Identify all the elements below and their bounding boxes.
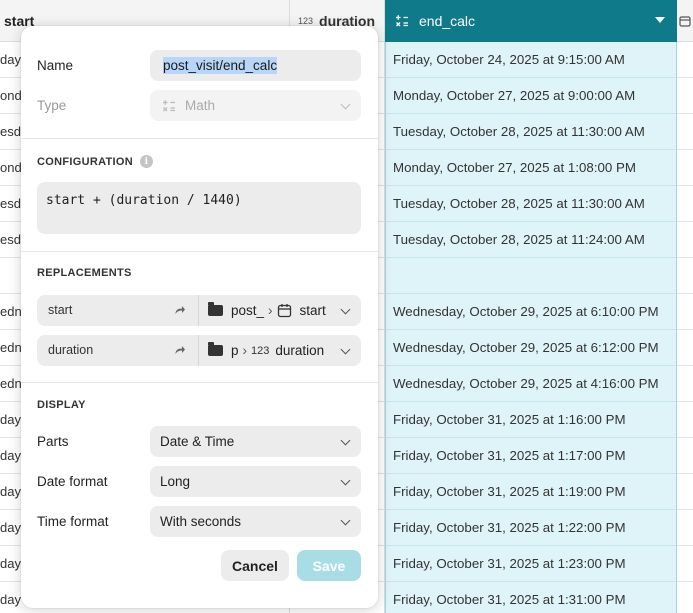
date-format-select-value: Long bbox=[160, 474, 191, 489]
replacement-key: start bbox=[48, 303, 73, 317]
next-column-cell[interactable] bbox=[677, 546, 693, 582]
next-column-cell[interactable] bbox=[677, 402, 693, 438]
end-calc-cell[interactable]: Friday, October 31, 2025 at 1:31:00 PM bbox=[386, 582, 676, 613]
end-calc-cell[interactable] bbox=[386, 258, 676, 294]
chevron-down-icon bbox=[340, 435, 351, 446]
separator bbox=[198, 295, 199, 326]
forward-arrow-icon bbox=[175, 346, 185, 354]
end-calc-cell[interactable]: Monday, October 27, 2025 at 1:08:00 PM bbox=[386, 150, 676, 186]
column-settings-popover: Name post_visit/end_calc Type Math CONFI… bbox=[21, 26, 378, 608]
name-label: Name bbox=[37, 58, 74, 73]
column-header-end-calc-label: end_calc bbox=[419, 13, 476, 29]
replacement-row-duration: duration p › 123 duration bbox=[37, 335, 361, 366]
column-next-cells bbox=[677, 42, 693, 613]
date-format-select[interactable]: Long bbox=[150, 466, 361, 497]
separator bbox=[198, 335, 199, 366]
column-header-next[interactable] bbox=[677, 0, 693, 42]
forward-arrow-icon bbox=[175, 306, 185, 314]
replacements-section-title: REPLACEMENTS bbox=[37, 267, 132, 279]
replacement-field: duration bbox=[275, 343, 325, 358]
parts-select[interactable]: Date & Time bbox=[150, 426, 361, 457]
cancel-button[interactable]: Cancel bbox=[221, 550, 289, 581]
next-column-cell[interactable] bbox=[677, 582, 693, 613]
next-column-cell[interactable] bbox=[677, 474, 693, 510]
chevron-down-icon bbox=[340, 344, 351, 355]
display-section-title: DISPLAY bbox=[37, 399, 86, 411]
chevron-down-icon bbox=[340, 99, 351, 110]
save-button[interactable]: Save bbox=[297, 550, 361, 581]
next-column-cell[interactable] bbox=[677, 294, 693, 330]
info-icon[interactable]: i bbox=[139, 155, 153, 168]
folder-icon bbox=[208, 342, 223, 356]
replacement-row-start: start post_ › start bbox=[37, 295, 361, 326]
chevron-down-icon bbox=[340, 304, 351, 315]
divider bbox=[21, 251, 378, 252]
date-format-label: Date format bbox=[37, 474, 108, 489]
path-separator-icon: › bbox=[242, 343, 248, 358]
chevron-down-icon bbox=[340, 515, 351, 526]
number-type-icon: 123 bbox=[251, 344, 270, 357]
folder-icon bbox=[208, 302, 223, 316]
next-column-cell[interactable] bbox=[677, 150, 693, 186]
end-calc-cell[interactable]: Tuesday, October 28, 2025 at 11:30:00 AM bbox=[386, 186, 676, 222]
calendar-icon bbox=[679, 15, 691, 27]
end-calc-cell[interactable]: Friday, October 31, 2025 at 1:23:00 PM bbox=[386, 546, 676, 582]
end-calc-cell[interactable]: Wednesday, October 29, 2025 at 4:16:00 P… bbox=[386, 366, 676, 402]
number-type-icon: 123 bbox=[298, 15, 314, 26]
chevron-down-icon bbox=[340, 475, 351, 486]
next-column-cell[interactable] bbox=[677, 510, 693, 546]
end-calc-cell[interactable]: Friday, October 31, 2025 at 1:22:00 PM bbox=[386, 510, 676, 546]
path-separator-icon: › bbox=[268, 303, 273, 318]
replacement-field-select[interactable]: post_ › start bbox=[208, 295, 333, 326]
replacement-folder: p bbox=[231, 343, 239, 358]
end-calc-cell[interactable]: Tuesday, October 28, 2025 at 11:30:00 AM bbox=[386, 114, 676, 150]
next-column-cell[interactable] bbox=[677, 42, 693, 78]
type-select: Math bbox=[150, 90, 361, 121]
end-calc-cell[interactable]: Friday, October 24, 2025 at 9:15:00 AM bbox=[386, 42, 676, 78]
math-icon bbox=[396, 15, 408, 27]
end-calc-cell[interactable]: Friday, October 31, 2025 at 1:16:00 PM bbox=[386, 402, 676, 438]
replacement-folder: post_ bbox=[231, 303, 265, 318]
next-column-cell[interactable] bbox=[677, 438, 693, 474]
end-calc-cell[interactable]: Monday, October 27, 2025 at 9:00:00 AM bbox=[386, 78, 676, 114]
divider bbox=[21, 382, 378, 383]
time-format-select[interactable]: With seconds bbox=[150, 506, 361, 537]
end-calc-cell[interactable]: Wednesday, October 29, 2025 at 6:12:00 P… bbox=[386, 330, 676, 366]
end-calc-cell[interactable]: Friday, October 31, 2025 at 1:19:00 PM bbox=[386, 474, 676, 510]
time-format-select-value: With seconds bbox=[160, 514, 242, 529]
end-calc-cell[interactable]: Friday, October 31, 2025 at 1:17:00 PM bbox=[386, 438, 676, 474]
next-column-cell[interactable] bbox=[677, 258, 693, 294]
next-column-cell[interactable] bbox=[677, 186, 693, 222]
end-calc-cell[interactable]: Wednesday, October 29, 2025 at 6:10:00 P… bbox=[386, 294, 676, 330]
name-input-value: post_visit/end_calc bbox=[163, 57, 278, 74]
next-column-cell[interactable] bbox=[677, 330, 693, 366]
column-header-end-calc[interactable]: end_calc bbox=[385, 0, 677, 42]
formula-editor[interactable]: start + (duration / 1440) bbox=[37, 182, 361, 234]
replacement-key: duration bbox=[48, 343, 94, 357]
type-label: Type bbox=[37, 98, 67, 113]
name-input[interactable]: post_visit/end_calc bbox=[150, 50, 361, 81]
divider bbox=[21, 138, 378, 139]
calendar-icon bbox=[277, 304, 291, 318]
next-column-cell[interactable] bbox=[677, 366, 693, 402]
type-select-value: Math bbox=[185, 98, 216, 113]
time-format-label: Time format bbox=[37, 514, 109, 529]
replacement-field-select[interactable]: p › 123 duration bbox=[208, 335, 333, 366]
parts-select-value: Date & Time bbox=[160, 434, 235, 449]
end-calc-cell[interactable]: Tuesday, October 28, 2025 at 11:24:00 AM bbox=[386, 222, 676, 258]
configuration-section-title: CONFIGURATION i bbox=[37, 155, 153, 168]
configuration-title-text: CONFIGURATION bbox=[37, 155, 133, 168]
next-column-cell[interactable] bbox=[677, 114, 693, 150]
column-end-calc-cells: Friday, October 24, 2025 at 9:15:00 AM Mo… bbox=[385, 42, 677, 613]
parts-label: Parts bbox=[37, 434, 69, 449]
replacement-field: start bbox=[299, 303, 326, 318]
next-column-cell[interactable] bbox=[677, 78, 693, 114]
math-icon bbox=[163, 99, 175, 111]
next-column-cell[interactable] bbox=[677, 222, 693, 258]
column-menu-caret-icon[interactable] bbox=[655, 17, 665, 23]
